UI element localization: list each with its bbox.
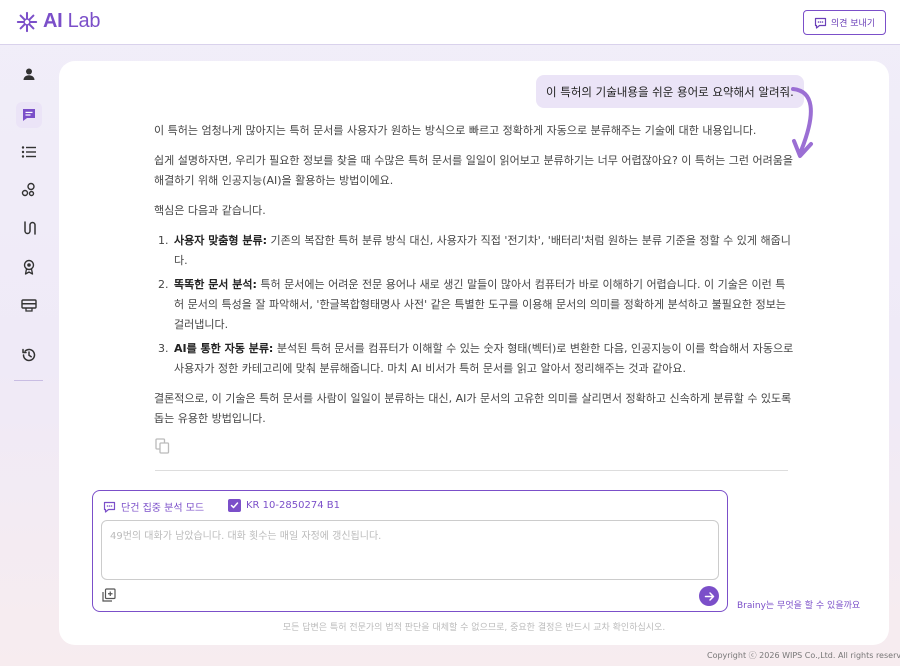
history-icon [22,348,36,362]
sidebar-item-chat[interactable] [16,102,42,128]
chat-icon [23,109,35,121]
sidebar-item-award[interactable] [16,254,42,280]
list-item: AI를 통한 자동 분류: 분석된 특허 문서를 컴퓨터가 이해할 수 있는 숫… [172,339,794,379]
medal-icon [23,259,35,275]
route-icon [24,221,36,235]
message-input[interactable] [101,520,719,580]
answer-list: 사용자 맞춤형 분류: 기존의 복잡한 특허 분류 방식 대신, 사용자가 직접… [172,231,794,379]
assistant-answer: 이 특허는 엄청나게 많아지는 특허 문서를 사용자가 원하는 방식으로 빠르고… [154,121,794,439]
divider [155,470,788,471]
user-message: 이 특허의 기술내용을 쉬운 용어로 요약해서 알려줘. [536,75,804,108]
copyright-text: Copyright ⓒ 2026 WIPS Co.,Ltd. All right… [707,651,900,660]
add-file-icon[interactable] [102,588,116,602]
feedback-button[interactable]: 의견 보내기 [803,10,886,35]
chat-panel: 이 특허의 기술내용을 쉬운 용어로 요약해서 알려줘. 이 특허는 엄청나게 … [59,61,889,645]
sidebar-item-flow[interactable] [16,215,42,241]
send-button[interactable] [699,586,719,606]
patent-checkbox[interactable]: KR 10-2850274 B1 [228,499,340,512]
checkbox-checked-icon [228,499,241,512]
sidebar-item-report[interactable] [16,292,42,318]
answer-paragraph: 결론적으로, 이 기술은 특허 문서를 사람이 일일이 분류하는 대신, AI가… [154,392,792,425]
sidebar [0,46,58,666]
user-icon [23,68,35,80]
analysis-mode[interactable]: 단건 집중 분석 모드 [103,499,204,514]
composer: 단건 집중 분석 모드 KR 10-2850274 B1 [92,490,728,612]
sidebar-item-user[interactable] [16,61,42,87]
curved-arrow-icon [791,87,813,158]
arrow-right-icon [704,591,714,601]
answer-paragraph: 핵심은 다음과 같습니다. [154,204,266,217]
logo-text: AI Lab [43,10,101,32]
top-bar: AI Lab 의견 보내기 [0,0,900,45]
sidebar-item-history[interactable] [16,342,42,368]
bubbles-icon [21,182,35,197]
patent-number: KR 10-2850274 B1 [246,500,340,511]
sidebar-item-analysis[interactable] [16,177,42,203]
mode-label: 단건 집중 분석 모드 [121,503,205,514]
logo-star-icon [16,11,38,32]
brainy-help-link[interactable]: Brainy는 무엇을 할 수 있을까요 [737,598,860,611]
list-item: 똑똑한 문서 분석: 특허 문서에는 어려운 전문 용어나 새로 생긴 말들이 … [172,275,794,335]
list-item: 사용자 맞춤형 분류: 기존의 복잡한 특허 분류 방식 대신, 사용자가 직접… [172,231,794,271]
disclaimer-text: 모든 답변은 특허 전문가의 법적 판단을 대체할 수 없으므로, 중요한 결정… [282,623,666,633]
chat-dots-icon [103,501,116,513]
card-icon [21,299,37,312]
sidebar-item-list[interactable] [16,139,42,165]
copy-icon[interactable] [155,438,170,454]
answer-paragraph: 이 특허는 엄청나게 많아지는 특허 문서를 사용자가 원하는 방식으로 빠르고… [154,124,757,137]
logo[interactable]: AI Lab [16,10,100,33]
feedback-label: 의견 보내기 [830,19,876,29]
answer-paragraph: 쉽게 설명하자면, 우리가 필요한 정보를 찾을 때 수많은 특허 문서를 일일… [154,154,793,187]
sidebar-divider [14,380,43,381]
list-icon [21,146,36,158]
chat-bubble-icon [814,17,826,29]
